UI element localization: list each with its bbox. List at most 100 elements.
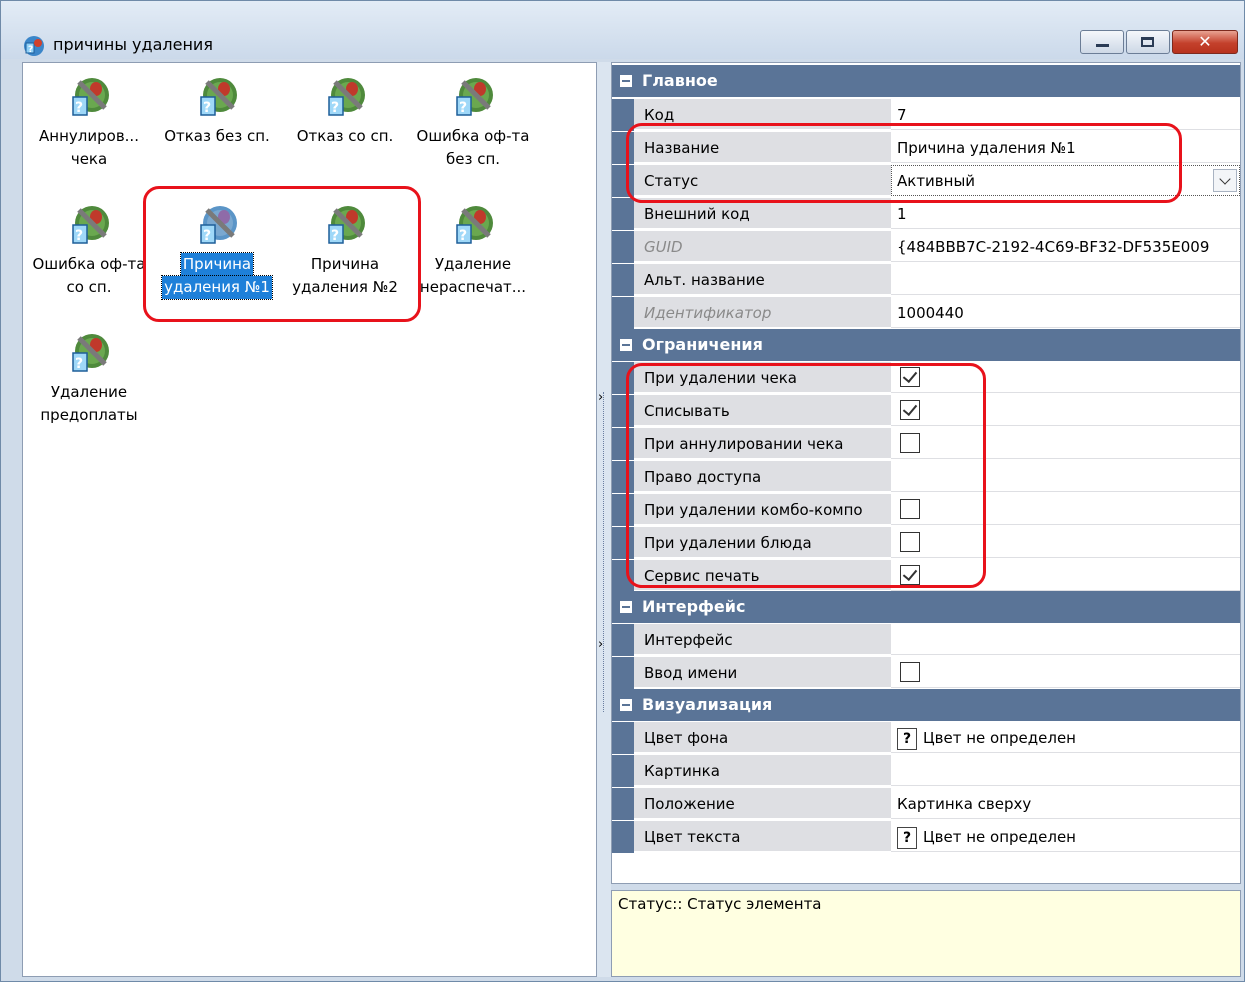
prop-value[interactable]: 1 <box>891 198 1240 229</box>
minimize-button[interactable] <box>1080 30 1124 54</box>
collapse-icon[interactable] <box>620 699 632 711</box>
splitter[interactable]: › › <box>597 62 611 977</box>
reason-icon-wrap: ? <box>199 75 237 119</box>
limit-checkbox[interactable] <box>900 499 920 519</box>
prop-row-ext-code[interactable]: Внешний код 1 <box>612 198 1240 230</box>
svg-text:?: ? <box>203 100 211 116</box>
prop-value[interactable]: {484BBB7C-2192-4C69-BF32-DF535E009 <box>891 231 1240 262</box>
list-item-label: Ошибка оф-та без сп. <box>409 125 537 171</box>
splitter-grip[interactable] <box>603 392 605 712</box>
prop-row-interface[interactable]: Интерфейс <box>612 624 1240 656</box>
prop-name: Положение <box>634 788 891 819</box>
prop-value[interactable]: ? Цвет не определен <box>891 821 1240 852</box>
prop-row-text-color[interactable]: Цвет текста? Цвет не определен <box>612 821 1240 853</box>
expand-arrow-icon[interactable]: › <box>598 637 603 652</box>
prop-row-bg-color[interactable]: Цвет фона? Цвет не определен <box>612 722 1240 754</box>
prop-value[interactable]: Причина удаления №1 <box>891 132 1240 163</box>
list-item-label-line1: Причина <box>310 255 380 273</box>
prop-row-name-input[interactable]: Ввод имени <box>612 657 1240 689</box>
category-interface[interactable]: Интерфейс <box>612 591 1240 623</box>
prop-row-code[interactable]: Код 7 <box>612 99 1240 131</box>
chevron-down-icon[interactable] <box>1213 169 1237 192</box>
prop-value[interactable] <box>891 362 1240 393</box>
category-main[interactable]: Главное <box>612 65 1240 97</box>
list-item-label-line1: Отказ со сп. <box>296 127 394 145</box>
prop-value[interactable] <box>891 755 1240 786</box>
list-item[interactable]: ? Удаление нераспечат... <box>409 203 537 303</box>
reason-icon: ? <box>72 78 109 116</box>
reason-icon-wrap: ? <box>71 203 109 247</box>
maximize-button[interactable] <box>1126 30 1170 54</box>
limit-checkbox[interactable] <box>900 565 920 585</box>
svg-text:?: ? <box>28 45 33 55</box>
prop-row-limit[interactable]: Право доступа <box>612 461 1240 493</box>
list-item[interactable]: ? Ошибка оф-та без сп. <box>409 75 537 175</box>
property-grid[interactable]: Главное Код 7 Название Причина удаления №1… <box>611 62 1241 884</box>
prop-value[interactable] <box>891 624 1240 655</box>
prop-row-id[interactable]: Идентификатор 1000440 <box>612 297 1240 329</box>
status-select[interactable]: Активный <box>891 165 1240 196</box>
collapse-icon[interactable] <box>620 601 632 613</box>
prop-value[interactable] <box>891 264 1240 295</box>
prop-name: При удалении блюда <box>634 527 891 558</box>
list-item-label-line1: Ошибка оф-та <box>32 255 146 273</box>
prop-row-position[interactable]: Положение Картинка сверху <box>612 788 1240 820</box>
prop-row-alt-name[interactable]: Альт. название <box>612 264 1240 296</box>
list-item[interactable]: ? Причина удаления №1 <box>153 203 281 303</box>
prop-row-limit[interactable]: При удалении чека <box>612 362 1240 394</box>
prop-row-limit[interactable]: При удалении блюда <box>612 527 1240 559</box>
reason-icon: ? <box>72 206 109 244</box>
reason-icon-wrap: ? <box>71 75 109 119</box>
limit-checkbox[interactable] <box>900 433 920 453</box>
text-color-value: Цвет не определен <box>923 828 1076 846</box>
prop-name: Цвет текста <box>634 821 891 852</box>
category-visual[interactable]: Визуализация <box>612 689 1240 721</box>
limit-checkbox[interactable] <box>900 367 920 387</box>
prop-value[interactable] <box>891 461 1240 492</box>
close-button[interactable]: ✕ <box>1172 30 1238 54</box>
list-item[interactable]: ? Ошибка оф-та со сп. <box>25 203 153 303</box>
list-item[interactable]: ? Отказ без сп. <box>153 75 281 175</box>
list-item[interactable]: ? Отказ со сп. <box>281 75 409 175</box>
name-input-checkbox[interactable] <box>900 662 920 682</box>
list-item[interactable]: ? Причина удаления №2 <box>281 203 409 303</box>
svg-text:?: ? <box>75 100 83 116</box>
window-title: причины удаления <box>53 35 213 54</box>
category-limits[interactable]: Ограничения <box>612 329 1240 361</box>
prop-value[interactable] <box>891 527 1240 558</box>
prop-row-limit[interactable]: Списывать <box>612 395 1240 427</box>
prop-name: Списывать <box>634 395 891 426</box>
prop-value[interactable]: 7 <box>891 99 1240 130</box>
reason-icon: ? <box>456 206 493 244</box>
reason-icon-wrap: ? <box>199 203 237 247</box>
minimize-icon <box>1096 44 1109 47</box>
prop-row-limit[interactable]: При аннулировании чека <box>612 428 1240 460</box>
prop-row-limit[interactable]: Сервис печать <box>612 560 1240 592</box>
collapse-icon[interactable] <box>620 75 632 87</box>
list-item[interactable]: ? Аннулиров... чека <box>25 75 153 175</box>
prop-row-guid[interactable]: GUID {484BBB7C-2192-4C69-BF32-DF535E009 <box>612 231 1240 263</box>
prop-row-name[interactable]: Название Причина удаления №1 <box>612 132 1240 164</box>
list-item-label: Ошибка оф-та со сп. <box>25 253 153 299</box>
prop-value[interactable] <box>891 428 1240 459</box>
help-panel: Статус:: Статус элемента <box>611 890 1241 977</box>
reason-icon-wrap: ? <box>455 75 493 119</box>
prop-row-picture[interactable]: Картинка <box>612 755 1240 787</box>
reasons-list[interactable]: ? Аннулиров... чека ? Отказ без сп. ? От… <box>22 62 597 977</box>
prop-value[interactable]: Картинка сверху <box>891 788 1240 819</box>
list-item-label: Удаление предоплаты <box>25 381 153 427</box>
prop-row-limit[interactable]: При удалении комбо-компо <box>612 494 1240 526</box>
prop-value[interactable]: ? Цвет не определен <box>891 722 1240 753</box>
list-item-label-line2: удаления №2 <box>292 278 398 296</box>
prop-value[interactable] <box>891 494 1240 525</box>
prop-value[interactable] <box>891 395 1240 426</box>
prop-row-status[interactable]: Статус Активный <box>612 165 1240 197</box>
limit-checkbox[interactable] <box>900 400 920 420</box>
list-item[interactable]: ? Удаление предоплаты <box>25 331 153 431</box>
limit-checkbox[interactable] <box>900 532 920 552</box>
prop-value[interactable] <box>891 560 1240 591</box>
prop-value[interactable]: 1000440 <box>891 297 1240 328</box>
collapse-icon[interactable] <box>620 339 632 351</box>
list-item-label: Отказ без сп. <box>153 125 281 171</box>
reason-icon: ? <box>328 78 365 116</box>
